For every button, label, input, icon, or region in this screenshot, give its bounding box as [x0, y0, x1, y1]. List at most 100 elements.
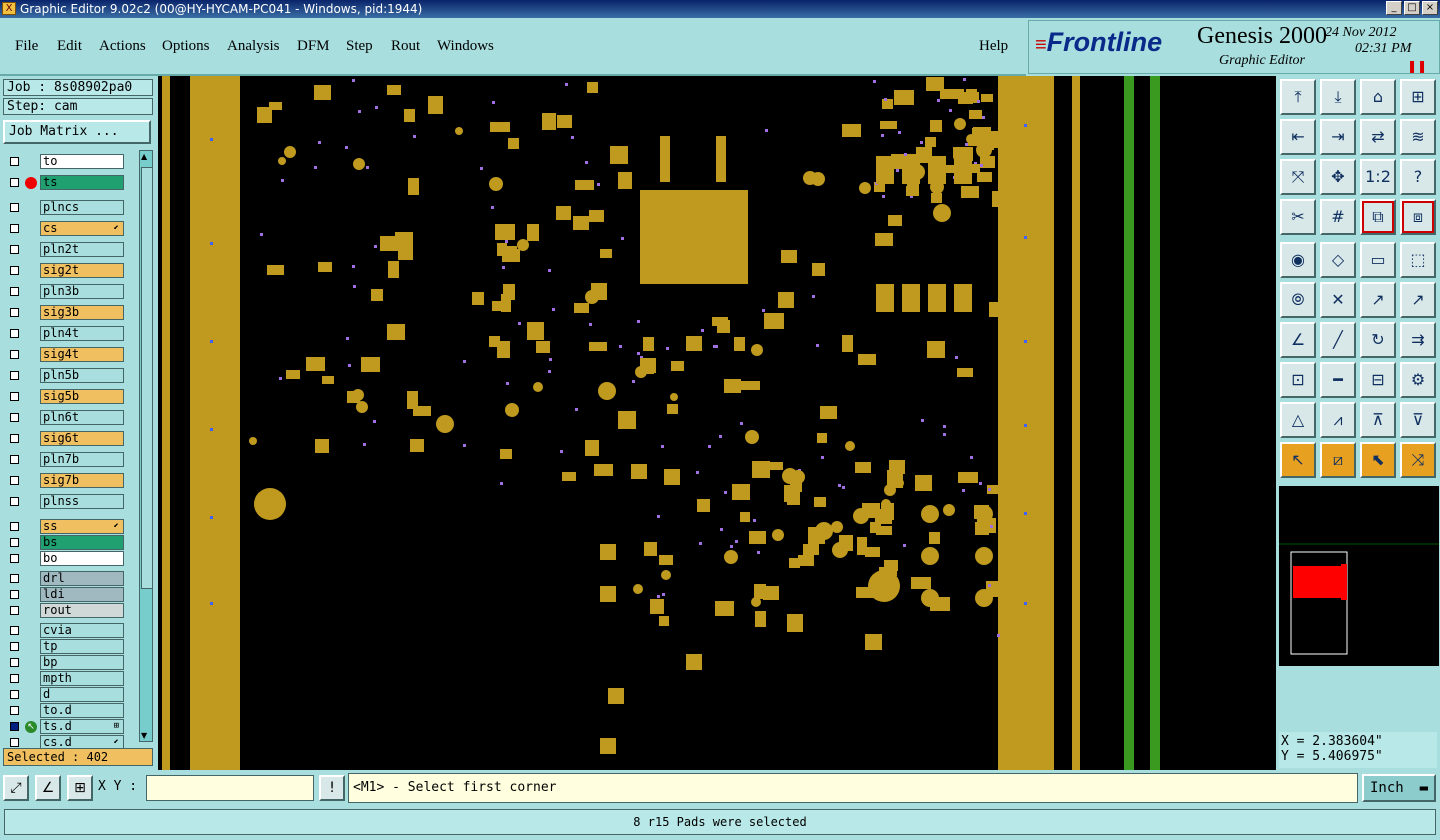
layer-checkbox[interactable]: [10, 455, 19, 464]
via[interactable]: [621, 237, 624, 240]
layer-checkbox[interactable]: [10, 674, 19, 683]
round-pad[interactable]: [598, 382, 616, 400]
layer-row-plnss[interactable]: plnss: [4, 494, 126, 509]
pad-icon[interactable]: ◉: [1280, 242, 1316, 278]
via[interactable]: [597, 183, 600, 186]
via[interactable]: [491, 206, 494, 209]
copper-pad[interactable]: [490, 122, 510, 132]
round-pad[interactable]: [772, 529, 784, 541]
copper-pad[interactable]: [650, 599, 664, 614]
copper-pad[interactable]: [798, 555, 814, 566]
copper-pad[interactable]: [664, 469, 680, 485]
layer-row-bo[interactable]: bo: [4, 551, 126, 566]
snap-angle-icon[interactable]: ∠: [35, 775, 61, 801]
via[interactable]: [937, 99, 940, 102]
fiducial[interactable]: [210, 516, 213, 519]
via[interactable]: [715, 345, 718, 348]
via[interactable]: [724, 491, 727, 494]
via[interactable]: [565, 83, 568, 86]
round-pad[interactable]: [353, 158, 365, 170]
copper-pad[interactable]: [361, 357, 380, 372]
copper-pad[interactable]: [812, 263, 825, 276]
round-pad[interactable]: [832, 542, 848, 558]
via[interactable]: [735, 540, 738, 543]
layer-row-sig4t[interactable]: sig4t: [4, 347, 126, 362]
snap-diagonal-icon[interactable]: ⤢: [3, 775, 29, 801]
copper-pad[interactable]: [322, 376, 334, 384]
layer-checkbox[interactable]: [10, 203, 19, 212]
layer-row-sig2t[interactable]: sig2t: [4, 263, 126, 278]
maximize-button[interactable]: □: [1404, 1, 1420, 15]
menu-windows[interactable]: Windows: [437, 38, 494, 55]
round-pad[interactable]: [868, 570, 900, 602]
copper-pad[interactable]: [388, 261, 399, 278]
layer-name[interactable]: sig4t: [40, 347, 124, 362]
copper-pad[interactable]: [315, 439, 329, 453]
layer-name[interactable]: sig3b: [40, 305, 124, 320]
layer-row-pln4t[interactable]: pln4t: [4, 326, 126, 341]
via[interactable]: [977, 100, 980, 103]
copper-pad[interactable]: [855, 462, 871, 473]
grid-snap-icon[interactable]: ⊞: [67, 775, 93, 801]
round-pad[interactable]: [436, 415, 454, 433]
menu-dfm[interactable]: DFM: [297, 38, 330, 55]
unit-select[interactable]: Inch ▬: [1362, 774, 1436, 802]
via[interactable]: [375, 106, 378, 109]
round-pad[interactable]: [976, 142, 992, 158]
copper-pad[interactable]: [610, 146, 628, 164]
fiducial[interactable]: [1024, 340, 1027, 343]
via[interactable]: [881, 134, 884, 137]
layer-checkbox[interactable]: [10, 434, 19, 443]
via[interactable]: [637, 320, 640, 323]
via[interactable]: [345, 146, 348, 149]
layer-name[interactable]: sig2t: [40, 263, 124, 278]
copper-pad[interactable]: [790, 483, 802, 492]
copper-pad[interactable]: [585, 440, 599, 456]
layer-name[interactable]: ldi: [40, 587, 124, 602]
edge-rail[interactable]: [1072, 76, 1080, 770]
pan-right-icon[interactable]: ⇥: [1320, 119, 1356, 155]
round-pad[interactable]: [845, 441, 855, 451]
via[interactable]: [505, 240, 508, 243]
via[interactable]: [552, 308, 555, 311]
via[interactable]: [990, 525, 993, 528]
via[interactable]: [943, 425, 946, 428]
via[interactable]: [374, 245, 377, 248]
copy-icon[interactable]: ↗: [1400, 282, 1436, 318]
round-pad[interactable]: [489, 177, 503, 191]
layer-name[interactable]: cs ⬋: [40, 221, 124, 236]
copper-pad[interactable]: [977, 172, 992, 182]
zoom-center-icon[interactable]: ✥: [1320, 159, 1356, 195]
layer-checkbox[interactable]: [10, 350, 19, 359]
round-pad[interactable]: [859, 182, 871, 194]
arc-icon[interactable]: ⩘: [1320, 402, 1356, 438]
copper-pad[interactable]: [875, 233, 893, 246]
via[interactable]: [666, 347, 669, 350]
round-pad[interactable]: [921, 547, 939, 565]
via[interactable]: [708, 445, 711, 448]
via[interactable]: [903, 544, 906, 547]
round-pad[interactable]: [751, 344, 763, 356]
copper-pad[interactable]: [562, 472, 576, 481]
menu-analysis[interactable]: Analysis: [227, 38, 280, 55]
zoom-fit-icon[interactable]: ⤧: [1280, 159, 1316, 195]
layer-row-to-d[interactable]: to.d: [4, 703, 126, 718]
copper-pad[interactable]: [267, 265, 284, 275]
copper-pad[interactable]: [404, 109, 415, 122]
round-pad[interactable]: [633, 584, 643, 594]
copper-pad[interactable]: [969, 110, 982, 119]
copper-pad[interactable]: [410, 439, 424, 452]
copper-pad[interactable]: [787, 614, 803, 632]
layer-row-ts-d[interactable]: ↖ ts.d ⊞: [4, 719, 126, 734]
move-icon[interactable]: ↗: [1360, 282, 1396, 318]
copper-pad[interactable]: [600, 738, 616, 754]
copper-pad[interactable]: [371, 289, 383, 301]
copper-pad[interactable]: [724, 379, 741, 393]
copper-pad[interactable]: [618, 172, 632, 189]
via[interactable]: [571, 136, 574, 139]
resize-icon[interactable]: ⊡: [1280, 362, 1316, 398]
copper-pad[interactable]: [884, 560, 898, 571]
select-box-icon[interactable]: ⬚: [1400, 242, 1436, 278]
via[interactable]: [657, 515, 660, 518]
copper-pad[interactable]: [715, 601, 734, 616]
